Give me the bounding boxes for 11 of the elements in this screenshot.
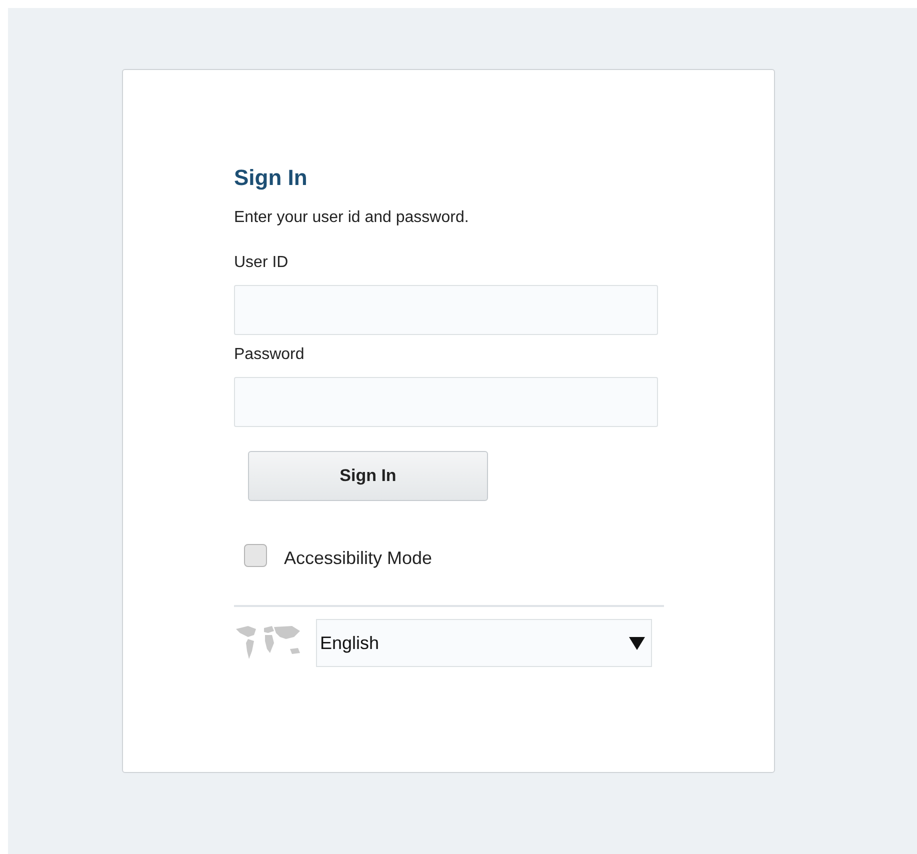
accessibility-checkbox[interactable] xyxy=(244,544,267,567)
field-label: User ID xyxy=(234,253,288,273)
accessibility-label: Accessibility Mode xyxy=(284,547,432,570)
language-select[interactable]: English xyxy=(316,619,652,667)
instruction-text: Enter your user id and password. xyxy=(234,208,469,228)
sign-in-title: Sign In xyxy=(234,164,308,192)
sign-in-button[interactable]: Sign In xyxy=(248,451,488,501)
input-field[interactable] xyxy=(234,285,658,335)
input-field[interactable] xyxy=(234,377,658,427)
dropdown-caret-icon xyxy=(629,636,645,650)
field-label: Password xyxy=(234,345,304,365)
